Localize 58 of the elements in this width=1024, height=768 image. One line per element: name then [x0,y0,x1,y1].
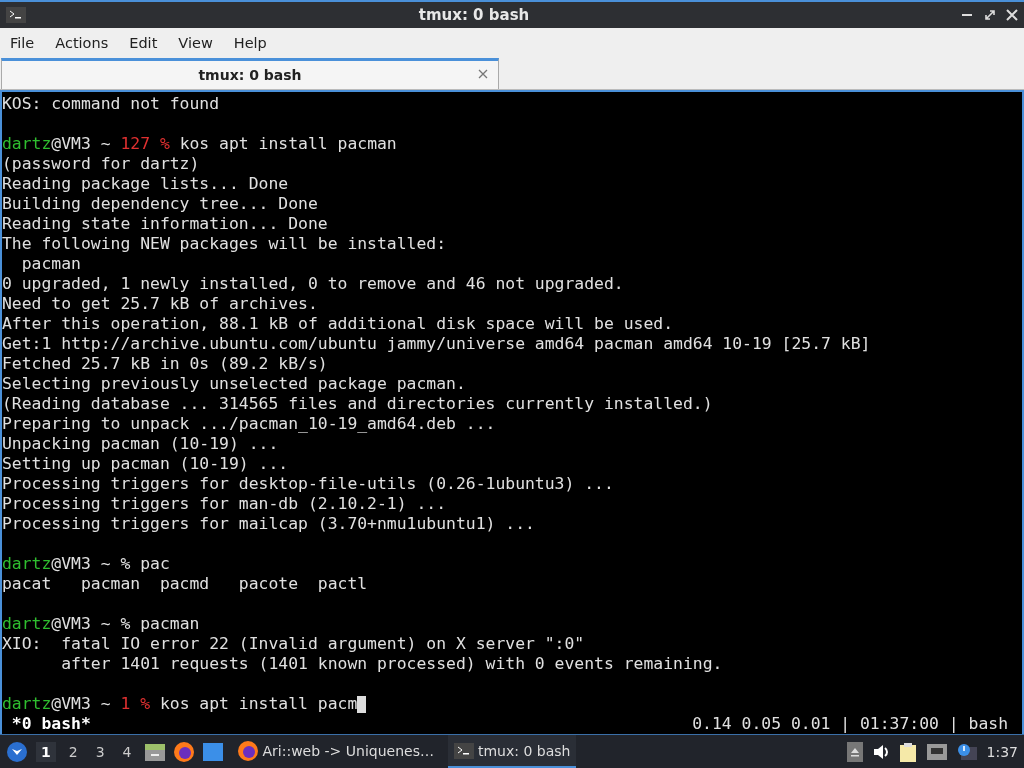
maximize-button[interactable] [984,9,996,21]
browser-icon [236,739,259,762]
terminal-line: after 1401 requests (1401 known processed) with 0 events remaining. [60,654,723,673]
terminal-line: After this operation, 88.1 kB of additional disk space will be used. [2,314,674,333]
terminal-line: XIO: fatal IO error 22 (Invalid argument) on X server ":0" [2,634,585,653]
terminal-line: Processing triggers for mailcap (3.70+nmu1ubuntu1) ... [2,514,535,533]
terminal-line: Processing triggers for man-db (2.10.2-1) ... [2,494,447,513]
network-icon[interactable] [926,743,947,760]
terminal-line: Reading state information... Done [2,214,328,233]
tmux-status: 0.14 0.05 0.01 | 01:37:00 | bash [692,714,1008,734]
notification-icon[interactable] [956,742,977,761]
terminal-line: dartz@VM3 ~ 1 % kos apt install pacm [2,694,358,713]
terminal-line: KOS: command not found [2,94,220,113]
taskbar-task[interactable]: tmux: 0 bash [447,735,577,768]
workspace-button[interactable]: 2 [63,741,83,762]
file-cabinet-icon[interactable] [144,741,165,762]
clock: 1:37 [986,743,1018,760]
menu-item[interactable]: Help [227,34,273,51]
terminal-line: dartz@VM3 ~ % pac [2,554,170,573]
eject-icon[interactable] [846,741,863,762]
window-icon[interactable] [202,742,223,761]
close-icon[interactable] [478,69,488,79]
workspace-button[interactable]: 1 [36,741,56,762]
menu-item[interactable]: Edit [123,34,164,51]
terminal-line: Reading package lists... Done [2,174,289,193]
terminal-line: Building dependency tree... Done [2,194,318,213]
terminal-line: (Reading database ... 314565 files and directories currently installed.) [2,394,713,413]
terminal-line: 0 upgraded, 1 newly installed, 0 to remove and 46 not upgraded. [2,274,624,293]
taskbar-task[interactable]: Ari::web -> Uniquenes… [230,735,440,768]
terminal-line: Selecting previously unselected package pacman. [2,374,466,393]
start-menu-icon[interactable] [6,740,28,763]
terminal-line: pacat pacman pacmd pacote pactl [2,574,368,593]
terminal-line: Unpacking pacman (10-19) ... [2,434,279,453]
terminal-line: dartz@VM3 ~ 127 % kos apt install pacman [2,134,397,153]
terminal-line: The following NEW packages will be installed: [2,234,447,253]
browser-icon[interactable] [172,740,195,763]
menu-item[interactable]: View [172,34,219,51]
workspace-button[interactable]: 3 [90,741,110,762]
terminal-line: Processing triggers for desktop-file-utils (0.26-1ubuntu3) ... [2,474,614,493]
terminal-line: pacman [20,254,81,273]
terminal-line: Setting up pacman (10-19) ... [2,454,289,473]
terminal-line: (password for dartz) [2,154,200,173]
volume-icon[interactable] [872,743,889,760]
tmux-window-name: *0 bash* [10,714,91,734]
menu-item[interactable]: Actions [49,34,115,51]
terminal-line: Get:1 http://archive.ubuntu.com/ubuntu jammy/universe amd64 pacman amd64 10-19 [25.7 kB] [2,334,871,353]
close-button[interactable] [1006,9,1018,21]
menu-item[interactable]: File [4,34,41,51]
clipboard-icon[interactable] [898,741,917,762]
tab[interactable]: tmux: 0 bash [1,58,499,89]
terminal-line: dartz@VM3 ~ % pacman [2,614,200,633]
workspace-button[interactable]: 4 [117,741,137,762]
terminal-icon [453,742,474,759]
terminal-line: Need to get 25.7 kB of archives. [2,294,318,313]
window-title: tmux: 0 bash [417,6,531,24]
terminal-line: Fetched 25.7 kB in 0s (89.2 kB/s) [2,354,328,373]
terminal-icon [6,7,26,23]
terminal-line: Preparing to unpack .../pacman_10-19_amd64.deb ... [2,414,496,433]
